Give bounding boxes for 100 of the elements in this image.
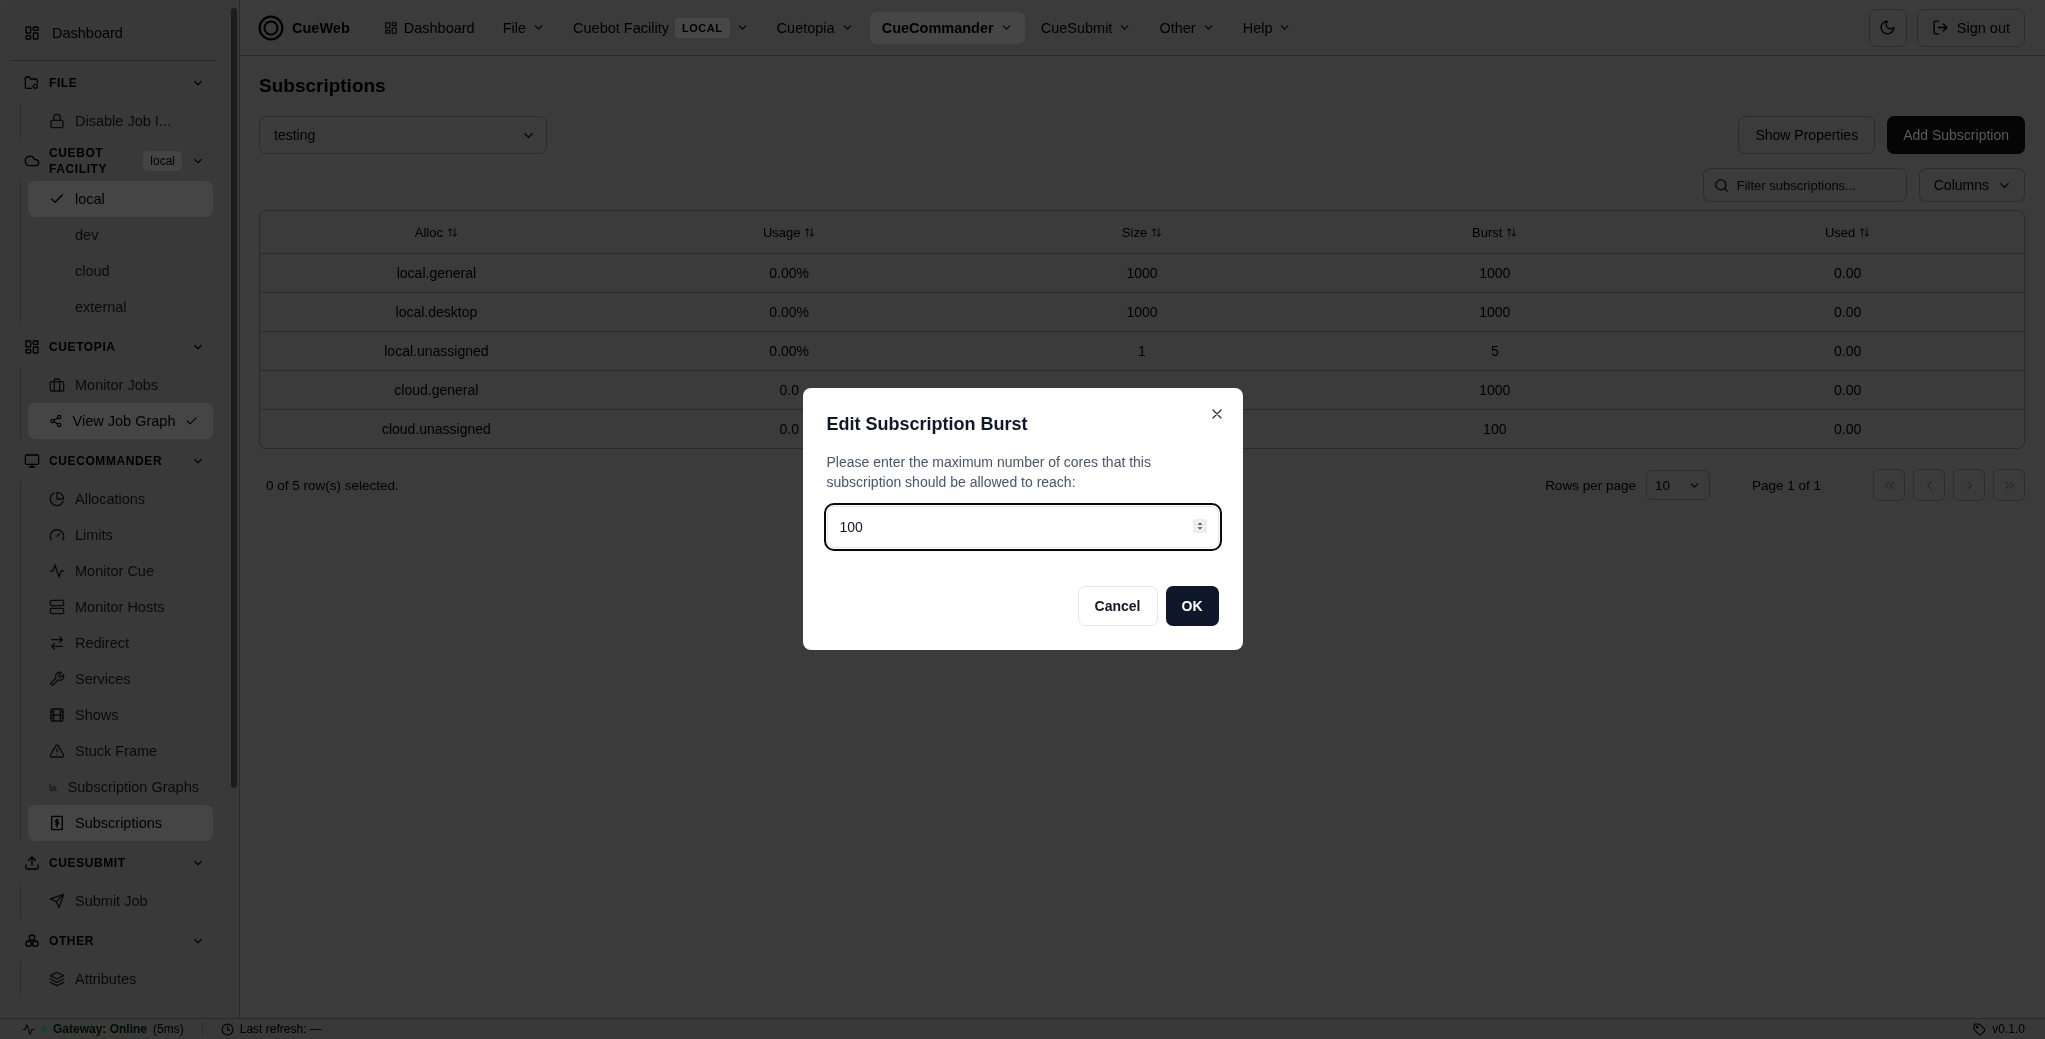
number-field[interactable]: 100 (826, 506, 1219, 548)
table-cell: 1000 (1126, 265, 1158, 281)
swap-arrows-icon (49, 635, 65, 651)
table-cell: local.general (396, 265, 477, 281)
sidebar-item[interactable]: Subscriptions (28, 805, 213, 841)
gateway-status: Gateway: Online (53, 1022, 148, 1036)
grid-icon (24, 339, 40, 355)
wrench-icon (49, 671, 65, 687)
table-cell: 0.0 (779, 382, 799, 398)
dialog-message: Please enter the maximum number of cores that this subscription should be allowed to reach: (826, 453, 1152, 492)
gauge-icon (49, 527, 65, 543)
section-title: FILE (49, 75, 79, 91)
table-cell: 1 (1138, 343, 1146, 359)
table-cell: cloud.general (394, 382, 479, 398)
sort-icon (804, 226, 816, 238)
theme-toggle-button[interactable] (1868, 8, 1907, 47)
section-title: CUETOPIA (49, 339, 117, 355)
warning-icon (49, 743, 65, 759)
column-header[interactable]: Used (1824, 224, 1871, 240)
ring-logo-icon (258, 14, 284, 41)
section-title: CUESUBMIT (49, 855, 127, 871)
last-refresh: Last refresh: — (239, 1022, 322, 1036)
sidebar-item[interactable]: local (28, 181, 213, 217)
scrollbar[interactable] (231, 8, 237, 788)
column-header[interactable]: Size (1121, 224, 1163, 240)
table-cell: 0.00 (1833, 304, 1862, 320)
sidebar-section-header[interactable]: CUESUBMIT (20, 845, 207, 881)
latency: (5ms) (153, 1022, 184, 1036)
nav-menu[interactable]: File (490, 11, 558, 44)
sort-icon (447, 226, 458, 238)
moon-icon (1879, 19, 1897, 36)
circles-icon (24, 933, 40, 949)
page-info: Page 1 of 1 (1751, 477, 1821, 493)
sidebar-section-header[interactable]: CUECOMMANDER (20, 443, 207, 479)
table-cell: 0.0 (779, 421, 799, 437)
table-cell: 0.00% (769, 343, 810, 359)
sidebar-section-header[interactable]: FILE (20, 65, 207, 101)
column-header[interactable]: Burst (1472, 224, 1518, 240)
pulse-line-icon (49, 563, 65, 579)
sidebar-section-header[interactable]: CUEBOT FACILITY local (20, 143, 207, 179)
table-cell: 1000 (1479, 304, 1511, 320)
table-cell: 0.00 (1833, 382, 1862, 398)
grid-icon (383, 20, 398, 35)
version: v0.1.0 (1992, 1022, 2025, 1036)
column-header[interactable]: Alloc (414, 224, 458, 240)
sidebar-item[interactable]: Dashboard (20, 15, 207, 51)
nav-menu[interactable]: Help (1230, 11, 1304, 44)
add-button[interactable]: Add Subscription (1887, 116, 2025, 154)
table-cell: 0.00% (769, 265, 810, 281)
sidebar-section-header[interactable]: OTHER (20, 923, 207, 959)
nav-menu[interactable]: Cuebot Facility LOCAL (561, 11, 761, 44)
tag-icon (1973, 1022, 1987, 1036)
page-title: Subscriptions (259, 74, 387, 98)
facility-badge: LOCAL (674, 17, 730, 38)
ok-button[interactable]: OK (1165, 586, 1219, 626)
sidebar-section-header[interactable]: CUETOPIA (20, 329, 207, 365)
send-icon (49, 893, 65, 909)
layers-icon (49, 971, 65, 987)
clock-icon (220, 1022, 234, 1036)
dialog-title: Edit Subscription Burst (826, 413, 1029, 436)
cancel-button[interactable]: Cancel (1077, 586, 1158, 626)
facility-badge: local (143, 151, 182, 171)
nav-menu[interactable]: CueSubmit (1028, 11, 1144, 44)
section-title: CUECOMMANDER (49, 453, 164, 469)
dollar-receipt-icon (49, 815, 65, 831)
logout-icon (1931, 19, 1949, 36)
properties-button[interactable]: Show Properties (1738, 116, 1876, 154)
table-cell: 5 (1490, 343, 1499, 359)
upload-icon (24, 855, 40, 871)
table-cell: 1000 (1126, 304, 1158, 320)
cloud-icon (24, 153, 40, 169)
table-cell: local.desktop (395, 304, 478, 320)
selection-count: 0 of 5 row(s) selected. (266, 477, 399, 493)
table-cell: 0.00% (769, 304, 810, 320)
grid-icon (24, 25, 40, 41)
nav-menu[interactable]: Dashboard (371, 11, 487, 44)
table-cell: 100 (1483, 421, 1507, 437)
app-name: CueWeb (292, 19, 350, 36)
nav-menu[interactable]: Other (1147, 11, 1227, 44)
rows-per-page-select[interactable]: 10 (1645, 470, 1710, 500)
lock-icon (49, 113, 65, 129)
pie-chart-icon (49, 491, 65, 507)
column-header[interactable]: Usage (762, 224, 816, 240)
columns-button[interactable]: Columns (1918, 168, 2025, 202)
table-cell: 1000 (1479, 265, 1511, 281)
monitor-icon (24, 453, 40, 469)
nav-menu[interactable]: CueCommander (869, 11, 1025, 44)
table-cell: 0.00 (1833, 265, 1862, 281)
sidebar-item[interactable]: View Job Graph (28, 403, 213, 439)
show-select[interactable]: testing (259, 116, 547, 154)
sort-icon (1151, 226, 1163, 238)
rows-per-page-label: Rows per page (1545, 477, 1636, 493)
share-icon (49, 413, 63, 429)
sort-icon (1859, 226, 1871, 238)
film-icon (49, 707, 65, 723)
table-cell: 1000 (1479, 382, 1511, 398)
sign-out-button[interactable]: Sign out (1916, 8, 2025, 47)
server-icon (49, 599, 65, 615)
briefcase-icon (49, 377, 65, 393)
nav-menu[interactable]: Cuetopia (764, 11, 866, 44)
